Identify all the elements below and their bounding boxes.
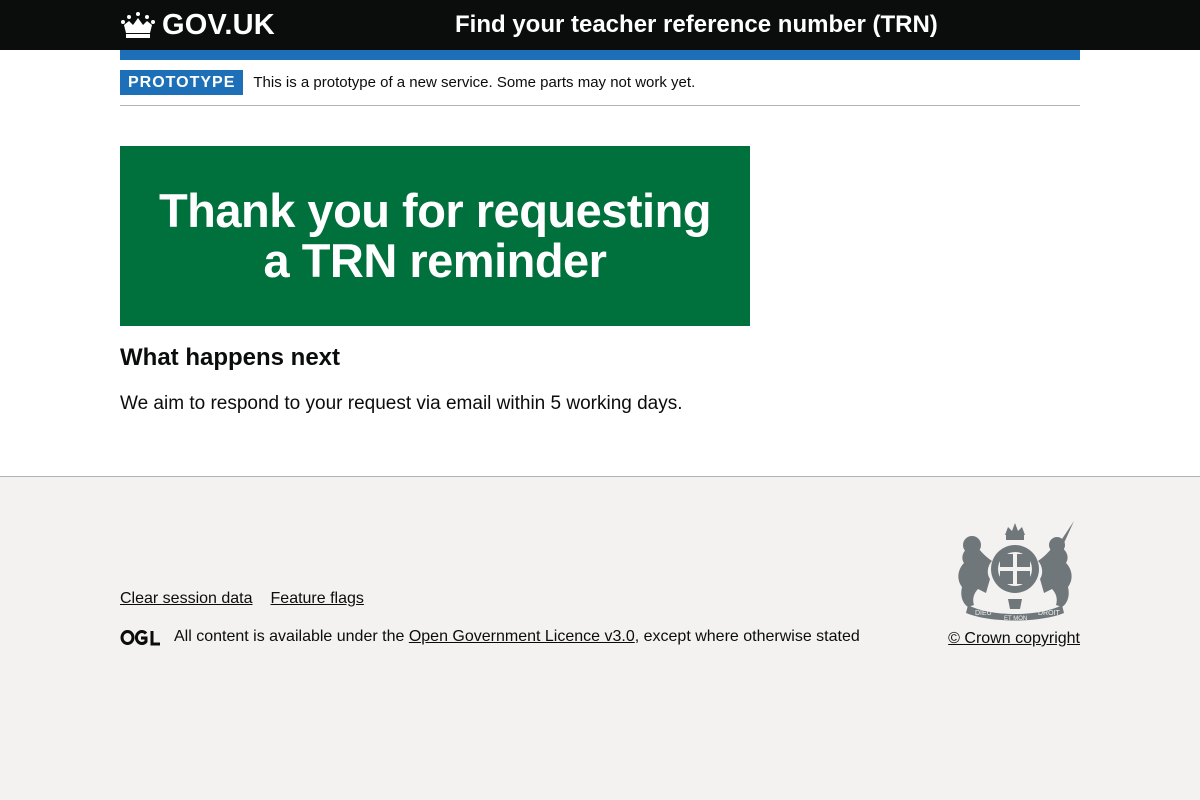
phase-banner-text: This is a prototype of a new service. So… — [253, 74, 696, 91]
royal-coat-of-arms: DIEU ET MON DROIT — [958, 521, 1074, 622]
page: GOV.UK Find your teacher reference numbe… — [0, 0, 1200, 477]
confirmation-panel: Thank you for requesting a TRN reminder — [120, 146, 750, 326]
ogl-logo-icon — [120, 629, 160, 645]
licence-suffix: , except where otherwise stated — [634, 628, 860, 645]
motto-droit: DROIT — [1038, 610, 1061, 617]
header-container: GOV.UK Find your teacher reference numbe… — [120, 0, 1080, 50]
main-content: Thank you for requesting a TRN reminder … — [120, 106, 1080, 416]
clear-session-data-link[interactable]: Clear session data — [120, 589, 253, 609]
ogl-licence-link[interactable]: Open Government Licence v3.0 — [409, 627, 635, 647]
panel-title: Thank you for requesting a TRN reminder — [158, 184, 712, 287]
crown-icon — [121, 12, 155, 38]
motto-et-mon: ET MON — [1004, 616, 1027, 622]
phase-tag: PROTOTYPE — [120, 70, 244, 95]
licence-statement: All content is available under the Open … — [120, 627, 860, 647]
feature-flags-link[interactable]: Feature flags — [271, 589, 364, 609]
footer-links: Clear session data Feature flags — [120, 589, 364, 609]
what-happens-next-text: We aim to respond to your request via em… — [120, 393, 683, 414]
motto-dieu: DIEU — [975, 610, 992, 617]
licence-prefix: All content is available under the — [174, 628, 405, 645]
what-happens-next-heading: What happens next — [120, 344, 341, 371]
site-header: GOV.UK Find your teacher reference numbe… — [0, 0, 1200, 50]
crown-copyright-link[interactable]: © Crown copyright — [948, 629, 1080, 649]
phase-banner: PROTOTYPE This is a prototype of a new s… — [120, 60, 1080, 106]
logo-text: GOV.UK — [162, 9, 275, 41]
govuk-home-link[interactable]: GOV.UK — [120, 10, 275, 40]
service-name-link[interactable]: Find your teacher reference number (TRN) — [455, 10, 938, 40]
header-blue-bar — [120, 50, 1080, 60]
site-footer: Clear session data Feature flags All con… — [0, 476, 1200, 800]
footer-container: Clear session data Feature flags All con… — [120, 477, 1080, 800]
